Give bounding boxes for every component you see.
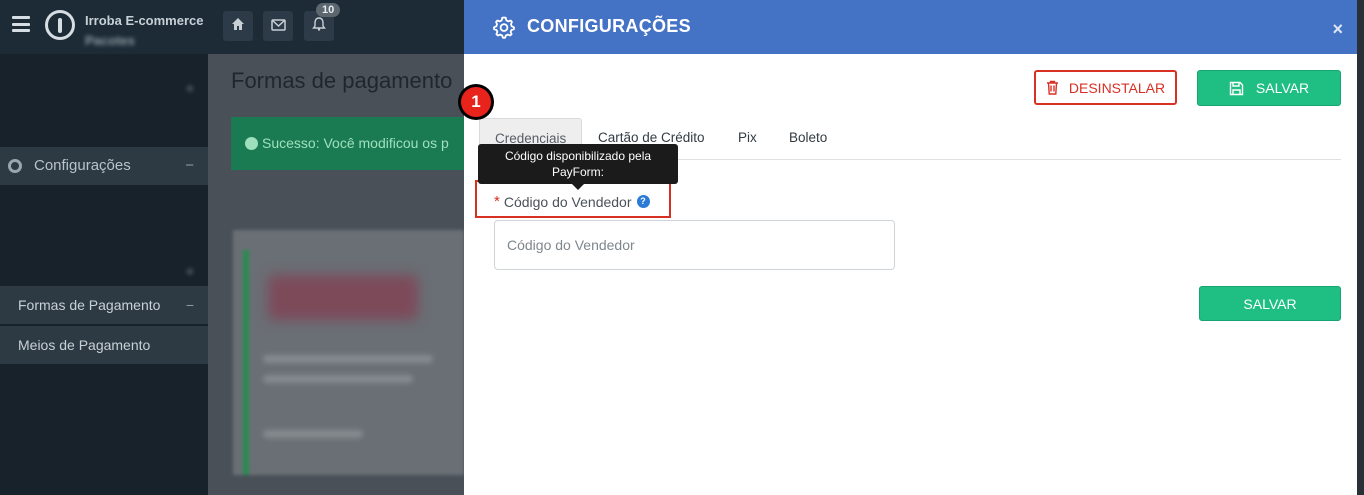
sidebar-item-configuracoes[interactable]: Configurações −	[0, 147, 208, 185]
floppy-disk-icon	[1229, 81, 1244, 95]
home-icon[interactable]	[223, 11, 253, 41]
tab-pix[interactable]: Pix	[723, 118, 772, 160]
sidebar-item-blurred[interactable]	[0, 408, 208, 446]
gear-icon	[8, 159, 22, 173]
payment-card-blurred	[233, 230, 464, 475]
step-number: 1	[461, 87, 491, 117]
success-message: Sucesso: Você modificou os p	[262, 135, 449, 151]
sidebar-item-blurred[interactable]	[0, 450, 208, 488]
trash-icon	[1046, 80, 1058, 95]
required-asterisk: *	[494, 193, 500, 210]
save-button-bottom[interactable]: SALVAR	[1199, 286, 1341, 321]
sidebar-item-formas-de-pagamento[interactable]: Formas de Pagamento −	[0, 286, 208, 324]
step-number-badge: 1	[458, 84, 494, 120]
card-text-blurred	[263, 355, 433, 363]
scrollbar[interactable]	[1357, 0, 1364, 495]
tab-boleto[interactable]: Boleto	[774, 118, 842, 160]
card-accent-stripe	[243, 250, 249, 475]
brand-name: Irroba E-commerce Pacotes	[85, 11, 215, 51]
hamburger-icon[interactable]	[12, 16, 30, 32]
sidebar-item-blurred[interactable]	[0, 109, 208, 147]
sidebar-section-label: Configurações	[34, 157, 131, 174]
card-text-blurred	[263, 430, 363, 438]
notification-badge: 10	[316, 3, 341, 17]
gear-icon	[493, 16, 515, 39]
success-alert: Sucesso: Você modificou os p	[231, 117, 464, 170]
sidebar-item-blurred[interactable]	[0, 186, 208, 224]
settings-modal: CONFIGURAÇÕES × DESINSTALAR SALVAR Crede…	[464, 0, 1357, 495]
close-icon[interactable]: ×	[1332, 20, 1343, 38]
save-label: SALVAR	[1255, 80, 1310, 96]
help-tooltip: Código disponibilizado pela PayForm:	[478, 144, 678, 190]
brand-subtitle: Pacotes	[85, 33, 135, 48]
vendor-code-label: * Código do Vendedor ?	[494, 193, 650, 210]
brand-title: Irroba E-commerce	[85, 13, 204, 28]
page-title: Formas de pagamento	[231, 68, 453, 93]
save-button[interactable]: SALVAR	[1197, 70, 1341, 106]
modal-title: CONFIGURAÇÕES	[527, 16, 691, 36]
question-circle-icon[interactable]: ?	[636, 195, 650, 208]
sidebar-item-label: Formas de Pagamento	[18, 297, 161, 313]
sidebar: + Configurações − + Formas de Pagamento …	[0, 54, 208, 495]
sidebar-item-blurred[interactable]	[0, 366, 208, 404]
envelope-icon[interactable]	[263, 11, 293, 41]
vendor-code-input[interactable]	[494, 220, 895, 270]
sidebar-item-label: Meios de Pagamento	[18, 337, 151, 353]
irroba-logo-icon	[45, 10, 75, 40]
payment-logo-blurred	[268, 275, 418, 320]
sidebar-item-blurred[interactable]: +	[0, 69, 208, 107]
sidebar-item-meios-de-pagamento[interactable]: Meios de Pagamento	[0, 326, 208, 364]
check-circle-icon	[245, 137, 258, 150]
modal-header: CONFIGURAÇÕES ×	[464, 0, 1357, 54]
card-text-blurred	[263, 375, 413, 383]
uninstall-label: DESINSTALAR	[1068, 79, 1166, 96]
sidebar-item-blurred[interactable]: +	[0, 252, 208, 290]
vendor-code-label-text: Código do Vendedor	[503, 193, 632, 210]
uninstall-button[interactable]: DESINSTALAR	[1034, 70, 1177, 105]
